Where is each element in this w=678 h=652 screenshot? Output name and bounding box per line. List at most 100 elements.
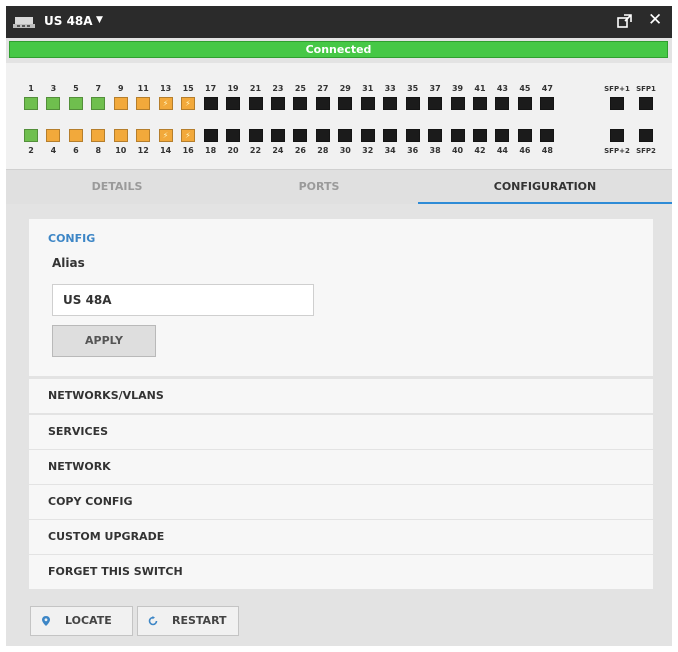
sfp-port-indicator[interactable]: [639, 97, 653, 110]
port-22-indicator[interactable]: [248, 129, 263, 142]
port-2-indicator[interactable]: [24, 129, 38, 142]
port-19-indicator[interactable]: [226, 97, 241, 110]
port-number-label: 39: [451, 84, 464, 93]
port-11-indicator[interactable]: [136, 97, 151, 110]
port-number-label: 29: [339, 84, 351, 93]
section-forget-this-switch[interactable]: FORGET THIS SWITCH: [29, 555, 653, 589]
port-number-label: 10: [115, 146, 127, 155]
port-45-indicator[interactable]: [517, 97, 532, 110]
port-5-indicator[interactable]: [68, 97, 83, 110]
alias-label: Alias: [52, 256, 85, 270]
port-number-label: 30: [339, 146, 351, 155]
chevron-down-icon[interactable]: ▼: [96, 15, 103, 25]
port-4-indicator[interactable]: [46, 129, 61, 142]
tab-details[interactable]: DETAILS: [6, 170, 228, 204]
port-44-indicator[interactable]: [495, 129, 510, 142]
port-number-label: 28: [317, 146, 329, 155]
locate-button[interactable]: LOCATE: [30, 606, 133, 636]
port-14-indicator[interactable]: ⚡: [158, 129, 173, 142]
port-43-indicator[interactable]: [495, 97, 510, 110]
port-9-indicator[interactable]: [113, 97, 128, 110]
port-13-indicator[interactable]: ⚡: [158, 97, 173, 110]
port-42-indicator[interactable]: [473, 129, 487, 142]
section-networks-vlans[interactable]: NETWORKS/VLANS: [29, 379, 653, 413]
port-15-indicator[interactable]: ⚡: [181, 97, 196, 110]
port-30-indicator[interactable]: [338, 129, 353, 142]
port-number-label: 35: [407, 84, 419, 93]
port-20-indicator[interactable]: [226, 129, 241, 142]
port-21-indicator[interactable]: [248, 97, 263, 110]
port-12-indicator[interactable]: [136, 129, 151, 142]
port-number-label: 15: [182, 84, 194, 93]
port-7-indicator[interactable]: [91, 97, 106, 110]
port-32-indicator[interactable]: [360, 129, 375, 142]
port-27-indicator[interactable]: [315, 97, 330, 110]
port-8-indicator[interactable]: [91, 129, 106, 142]
port-41-indicator[interactable]: [473, 97, 487, 110]
section-network[interactable]: NETWORK: [29, 450, 653, 484]
apply-button[interactable]: APPLY: [52, 325, 156, 357]
sfp-port-label: SFP1: [636, 85, 656, 93]
port-number-label: 12: [137, 146, 149, 155]
port-6-indicator[interactable]: [68, 129, 83, 142]
tab-ports[interactable]: PORTS: [208, 170, 430, 204]
alias-input[interactable]: [52, 284, 314, 316]
port-34-indicator[interactable]: [383, 129, 398, 142]
restart-button[interactable]: RESTART: [137, 606, 239, 636]
port-number-label: 41: [474, 84, 486, 93]
poe-bolt-icon: ⚡: [162, 131, 169, 140]
tab-bar: DETAILS PORTS CONFIGURATION: [6, 169, 672, 204]
port-26-indicator[interactable]: [293, 129, 308, 142]
section-services[interactable]: SERVICES: [29, 415, 653, 449]
port-47-indicator[interactable]: [540, 97, 555, 110]
port-number-label: 33: [384, 84, 396, 93]
port-37-indicator[interactable]: [428, 97, 443, 110]
sfp-port-indicator[interactable]: [639, 129, 653, 142]
port-number-label: 5: [73, 84, 79, 93]
port-29-indicator[interactable]: [338, 97, 353, 110]
port-35-indicator[interactable]: [405, 97, 420, 110]
device-title[interactable]: US 48A: [44, 14, 93, 28]
port-38-indicator[interactable]: [428, 129, 443, 142]
port-18-indicator[interactable]: [203, 129, 218, 142]
sfp-port-indicator[interactable]: [610, 97, 624, 110]
port-16-indicator[interactable]: ⚡: [181, 129, 196, 142]
port-number-label: 42: [474, 146, 486, 155]
popout-icon[interactable]: [617, 14, 632, 29]
port-33-indicator[interactable]: [383, 97, 398, 110]
port-39-indicator[interactable]: [450, 97, 465, 110]
port-24-indicator[interactable]: [270, 129, 285, 142]
port-number-label: 48: [541, 146, 553, 155]
port-number-label: 25: [294, 84, 306, 93]
port-number-label: 44: [496, 146, 508, 155]
port-number-label: 47: [541, 84, 553, 93]
port-25-indicator[interactable]: [293, 97, 308, 110]
port-40-indicator[interactable]: [450, 129, 465, 142]
port-48-indicator[interactable]: [540, 129, 555, 142]
port-28-indicator[interactable]: [315, 129, 330, 142]
port-status-panel: 1 3 5 7 9 11 13 ⚡ 15 ⚡ 17 19 21 23 25 27 29 31 33 35 37 39 41 4…: [6, 63, 672, 169]
section-copy-config[interactable]: COPY CONFIG: [29, 485, 653, 519]
port-36-indicator[interactable]: [405, 129, 420, 142]
port-31-indicator[interactable]: [360, 97, 375, 110]
connection-status-bar: Connected: [9, 41, 668, 58]
port-number-label: 16: [182, 146, 194, 155]
sfp-port-label: SFP2: [636, 147, 656, 155]
port-1-indicator[interactable]: [24, 97, 38, 110]
port-3-indicator[interactable]: [46, 97, 61, 110]
port-10-indicator[interactable]: [113, 129, 128, 142]
tab-configuration[interactable]: CONFIGURATION: [418, 170, 672, 204]
close-icon[interactable]: ✕: [648, 10, 662, 30]
port-number-label: 43: [496, 84, 508, 93]
port-23-indicator[interactable]: [270, 97, 285, 110]
poe-bolt-icon: ⚡: [185, 99, 191, 108]
map-pin-icon: [42, 616, 50, 626]
section-custom-upgrade[interactable]: CUSTOM UPGRADE: [29, 520, 653, 554]
sfp-port-indicator[interactable]: [610, 129, 624, 142]
sfp-port-label: SFP+1: [604, 85, 630, 93]
config-heading: CONFIG: [48, 232, 96, 245]
port-number-label: 40: [451, 146, 464, 155]
port-number-label: 17: [205, 84, 217, 93]
port-46-indicator[interactable]: [517, 129, 532, 142]
port-17-indicator[interactable]: [203, 97, 218, 110]
